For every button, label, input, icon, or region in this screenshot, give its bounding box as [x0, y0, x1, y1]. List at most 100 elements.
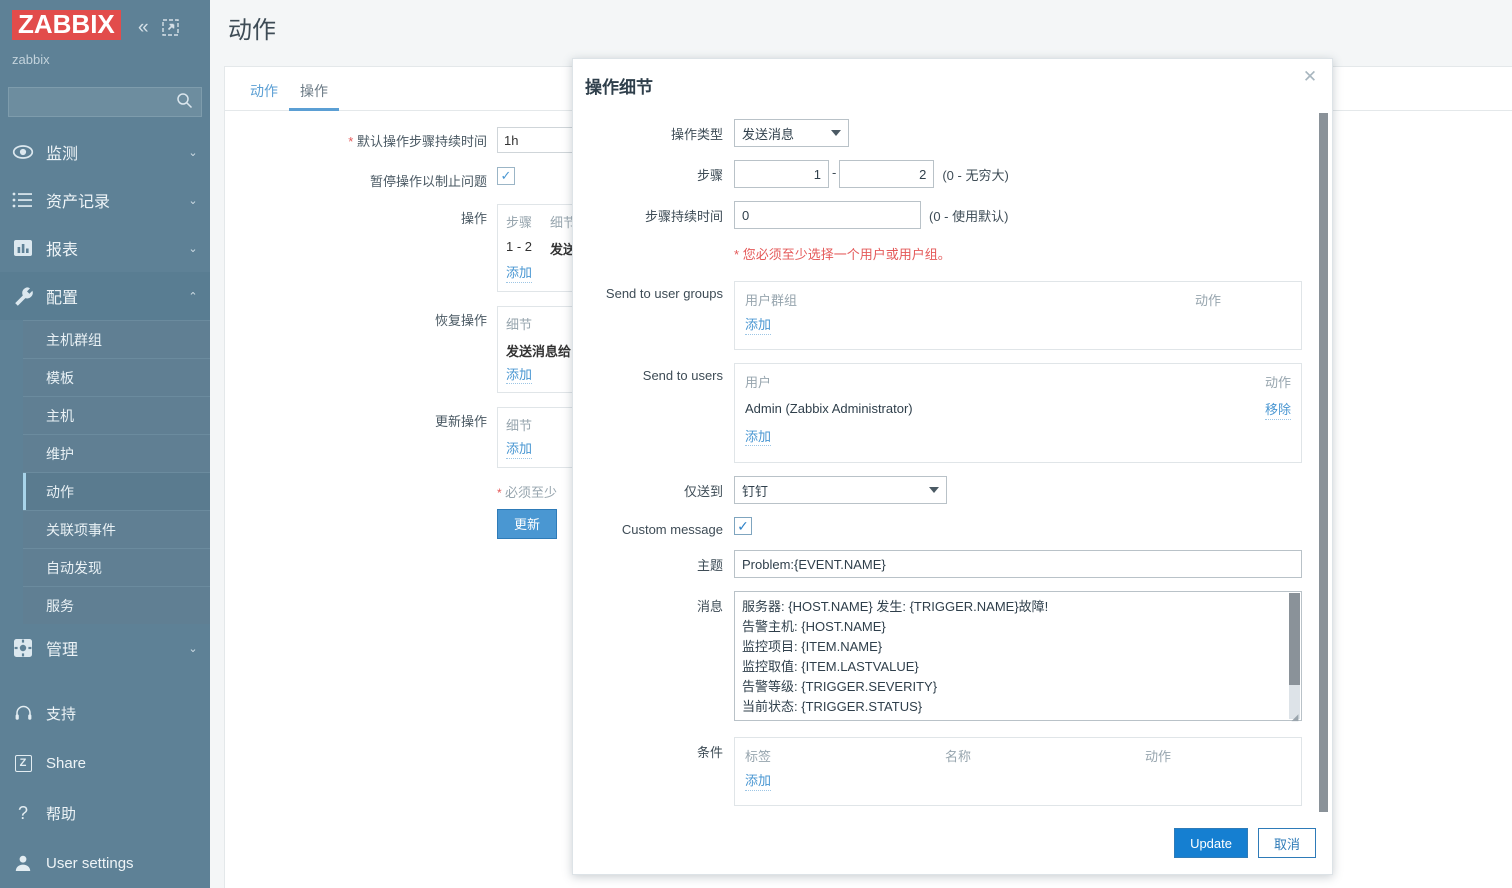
field-steps: 步骤 - (0 - 无穷大): [573, 160, 1332, 188]
required-users-note: * 您必须至少选择一个用户或用户组。: [573, 242, 1332, 263]
dialog-header: 操作细节 ✕: [573, 59, 1332, 111]
sidebar-item-share[interactable]: Z Share: [0, 738, 210, 788]
users-table: 用户 动作 Admin (Zabbix Administrator) 移除 添加: [734, 363, 1302, 463]
sidebar-item-user-settings[interactable]: User settings: [0, 838, 210, 888]
resize-grip-icon[interactable]: ◢: [1290, 712, 1300, 722]
col-action: 动作: [1195, 293, 1222, 308]
col-user-group: 用户群组: [745, 293, 798, 308]
field-operation-type: 操作类型 发送消息: [573, 119, 1332, 147]
sidebar-item-monitoring[interactable]: 监测 ⌄: [0, 128, 210, 176]
sidebar-submenu-configuration: 主机群组 模板 主机 维护 动作 关联项事件 自动发现 服务: [23, 320, 210, 624]
sidebar-item-support[interactable]: 支持: [0, 688, 210, 738]
field-label: 更新操作: [434, 414, 487, 430]
field-label: 操作: [460, 211, 487, 226]
subject-input[interactable]: [734, 550, 1302, 578]
zabbix-logo: ZABBIX: [12, 10, 121, 40]
pause-suppressed-checkbox[interactable]: ✓: [497, 167, 515, 185]
conditions-add-link[interactable]: 添加: [745, 772, 772, 791]
close-icon[interactable]: ✕: [1300, 67, 1320, 87]
sidebar-subitem-discovery[interactable]: 自动发现: [23, 548, 210, 586]
update-operations-add-link[interactable]: 添加: [506, 440, 533, 459]
sidebar-item-administration[interactable]: 管理 ⌄: [0, 624, 210, 672]
sidebar-item-label: User settings: [46, 854, 134, 872]
sidebar-item-label: 配置: [46, 290, 79, 307]
sidebar-item-reports[interactable]: 报表 ⌄: [0, 224, 210, 272]
col-user: 用户: [745, 375, 772, 390]
col-detail: 细节: [506, 316, 533, 332]
send-only-to-select[interactable]: 钉钉: [734, 476, 947, 504]
sidebar-item-configuration[interactable]: 配置 ⌃: [0, 272, 210, 320]
zabbix-share-icon: Z: [0, 754, 46, 772]
list-icon: [0, 191, 46, 209]
step-to-input[interactable]: [839, 160, 935, 188]
dialog-update-button[interactable]: Update: [1174, 828, 1248, 858]
operation-type-select[interactable]: 发送消息: [734, 119, 849, 147]
wrench-icon: [0, 285, 46, 308]
sidebar-subitem-host-groups[interactable]: 主机群组: [23, 320, 210, 358]
headset-icon: [0, 704, 46, 723]
sidebar-subitem-label: 主机群组: [46, 331, 102, 348]
field-send-only-to: 仅送到 钉钉: [573, 476, 1332, 504]
required-note-text: 您必须至少选择一个用户或用户组。: [742, 247, 951, 262]
field-conditions: 条件 标签 名称 动作 添加: [573, 737, 1332, 806]
sidebar-subitem-label: 模板: [46, 369, 74, 386]
table-row: Admin (Zabbix Administrator) 移除: [745, 398, 1291, 428]
page-title: 动作: [228, 17, 276, 44]
field-step-duration: 步骤持续时间 (0 - 使用默认): [573, 201, 1332, 229]
users-add-link[interactable]: 添加: [745, 428, 772, 447]
footnote-text: 必须至少: [505, 484, 558, 500]
message-textarea[interactable]: 服务器: {HOST.NAME} 发生: {TRIGGER.NAME}故障! 告…: [734, 591, 1302, 721]
sidebar-subitem-event-correlation[interactable]: 关联项事件: [23, 510, 210, 548]
step-duration-input[interactable]: [734, 201, 921, 229]
field-send-to-user-groups: Send to user groups 用户群组 动作 添加: [573, 281, 1332, 350]
field-label: Send to user groups: [605, 286, 723, 301]
sidebar-subitem-maintenance[interactable]: 维护: [23, 434, 210, 472]
sidebar-item-label: 监测: [46, 146, 79, 163]
field-label: 条件: [696, 745, 723, 760]
tab-action[interactable]: 动作: [239, 81, 289, 110]
tab-operations[interactable]: 操作: [289, 81, 339, 111]
field-label: 步骤: [696, 168, 723, 183]
col-action: 动作: [1264, 375, 1291, 390]
sidebar-item-help[interactable]: ? 帮助: [0, 788, 210, 838]
chevron-down-icon: [929, 487, 939, 493]
sidebar-subitem-services[interactable]: 服务: [23, 586, 210, 624]
question-icon: ?: [17, 802, 28, 823]
dialog-cancel-button[interactable]: 取消: [1257, 828, 1316, 858]
recovery-operations-add-link[interactable]: 添加: [506, 366, 533, 385]
user-groups-add-link[interactable]: 添加: [745, 316, 772, 335]
sidebar-subitem-actions[interactable]: 动作: [23, 472, 210, 510]
app-root: ZABBIX « zabbix 监测 ⌄ 资产记录 ⌄ 报表 ⌄ 配置 ⌃ 主机…: [0, 0, 1512, 888]
field-label: 恢复操作: [434, 312, 487, 328]
sidebar-search[interactable]: [8, 87, 202, 117]
sidebar-item-inventory[interactable]: 资产记录 ⌄: [0, 176, 210, 224]
update-button[interactable]: 更新: [497, 508, 558, 539]
chevron-up-icon: ⌃: [188, 290, 198, 303]
sidebar-subitem-label: 自动发现: [46, 559, 102, 576]
gear-icon: [0, 637, 46, 659]
sidebar-subitem-label: 主机: [46, 407, 74, 424]
scrollbar-thumb[interactable]: [1289, 593, 1300, 685]
kiosk-expand-icon[interactable]: [161, 19, 179, 36]
conditions-table: 标签 名称 动作 添加: [734, 737, 1302, 806]
chevron-double-left-icon[interactable]: «: [138, 18, 149, 37]
cell-detail: 发送消息给: [506, 343, 572, 359]
table-header: 用户 动作: [745, 370, 1291, 398]
remove-user-link[interactable]: 移除: [1264, 401, 1291, 420]
col-action: 动作: [1145, 749, 1172, 764]
sidebar-subitem-hosts[interactable]: 主机: [23, 396, 210, 434]
step-from-input[interactable]: [734, 160, 829, 188]
field-send-to-users: Send to users 用户 动作 Admin (Zabbix Admini…: [573, 363, 1332, 463]
field-custom-message: Custom message ✓: [573, 517, 1332, 537]
sidebar-subitem-templates[interactable]: 模板: [23, 358, 210, 396]
sidebar-item-label: 管理: [46, 642, 79, 659]
cell-step: 1 - 2: [506, 239, 533, 254]
field-message: 消息 服务器: {HOST.NAME} 发生: {TRIGGER.NAME}故障…: [573, 591, 1332, 724]
sidebar-item-label: 帮助: [46, 805, 77, 823]
search-input[interactable]: [15, 89, 175, 115]
operations-add-link[interactable]: 添加: [506, 264, 533, 283]
message-scrollbar[interactable]: [1289, 593, 1300, 719]
field-label: 主题: [696, 558, 723, 573]
custom-message-checkbox[interactable]: ✓: [734, 517, 752, 535]
cell-user-name: Admin (Zabbix Administrator): [745, 401, 913, 416]
